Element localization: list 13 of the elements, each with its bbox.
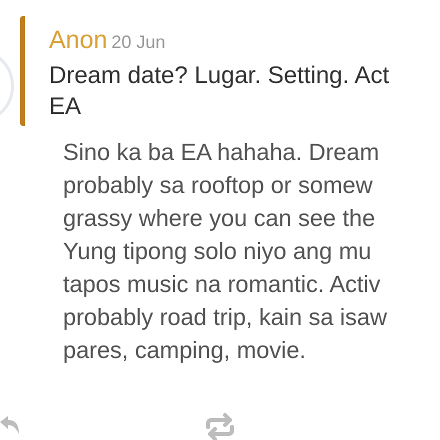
answer-text: Sino ka ba EA hahaha. Dream <box>63 138 380 166</box>
answer-text: Yung tipong solo niyo ang mu <box>63 236 372 266</box>
answer-text: tapos music na romantic. Activ <box>63 270 382 299</box>
post-date: 20 Jun <box>111 31 166 54</box>
question-text: EA <box>49 92 82 122</box>
question-text: Dream date? Lugar. Setting. Act <box>49 60 390 90</box>
answer-text: probably road trip, kain sa isaw <box>63 302 388 332</box>
answer-text: grassy where you can see the <box>63 204 376 233</box>
answer-text: probably sa rooftop or somew <box>63 170 374 200</box>
repost-icon[interactable] <box>203 413 237 440</box>
author-name: Anon <box>49 25 108 56</box>
answer-text: pares, camping, movie. <box>63 336 307 365</box>
reply-icon[interactable] <box>0 414 20 436</box>
